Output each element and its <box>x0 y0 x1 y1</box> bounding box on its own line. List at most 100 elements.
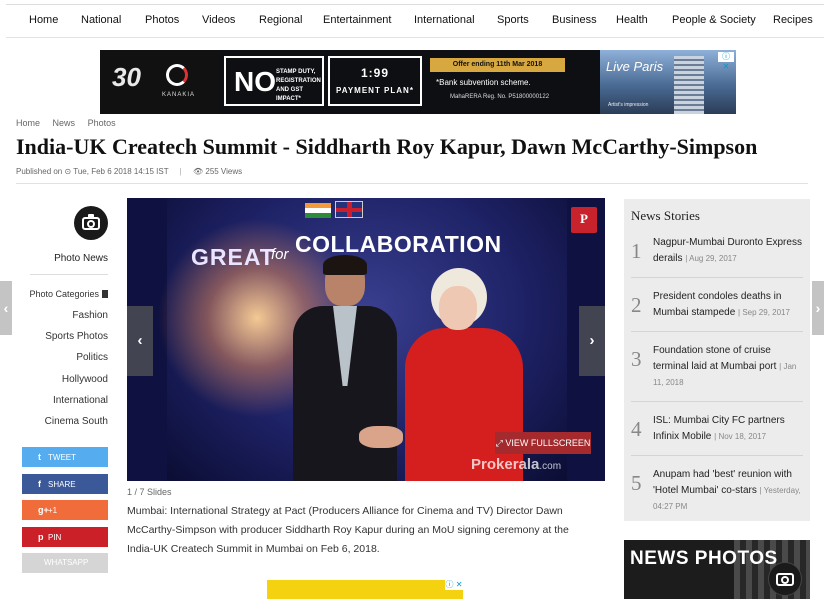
google-plus-icon: g+ <box>38 505 49 515</box>
book-icon <box>102 290 108 298</box>
meta-separator: | <box>179 167 182 176</box>
news-photos-banner[interactable]: NEWS PHOTOS <box>624 540 810 599</box>
news-word: NEWS <box>630 548 689 569</box>
story-date: | Sep 29, 2017 <box>738 308 790 317</box>
breadcrumb: Home News Photos <box>16 118 126 128</box>
news-stories-panel: News Stories 1 Nagpur-Mumbai Duronto Exp… <box>624 199 810 521</box>
twitter-icon: t <box>38 452 41 462</box>
published-date: Published on ⊙ Tue, Feb 6 2018 14:15 IST <box>16 167 169 176</box>
ad-close-icon[interactable]: ⓘ ✕ <box>718 52 734 71</box>
india-flag <box>305 203 331 218</box>
ad-no-box: NO STAMP DUTY, REGISTRATION AND GST IMPA… <box>224 56 324 106</box>
pinterest-pin-icon[interactable] <box>571 207 597 233</box>
nav-regional[interactable]: Regional <box>259 14 302 26</box>
photo-caption: Mumbai: International Strategy at Pact (… <box>127 505 569 555</box>
pinterest-icon: p <box>38 532 44 542</box>
breadcrumb-home[interactable]: Home <box>16 118 40 128</box>
google-plus-button[interactable]: g++1 <box>22 500 108 520</box>
nav-sports[interactable]: Sports <box>497 14 529 26</box>
edge-prev-arrow[interactable]: ‹ <box>0 281 12 335</box>
ad-no-text: NO <box>234 66 276 97</box>
story-divider <box>631 455 803 456</box>
nav-recipes[interactable]: Recipes <box>773 14 813 26</box>
uk-flag <box>335 201 363 218</box>
ad-plan-label: PAYMENT PLAN* <box>336 86 414 95</box>
facebook-share-button[interactable]: f SHARE <box>22 474 108 494</box>
news-stories-title: News Stories <box>631 208 700 223</box>
category-hollywood[interactable]: Hollywood <box>26 374 108 385</box>
photo-handshake <box>359 426 403 448</box>
ad-brand-logo: 30 KANAKIA <box>100 50 220 114</box>
category-sports-photos[interactable]: Sports Photos <box>26 331 108 342</box>
story-number: 3 <box>631 347 642 371</box>
story-number: 4 <box>631 417 642 441</box>
view-count: 👁 255 Views <box>192 167 243 176</box>
tweet-label: TWEET <box>48 453 76 462</box>
breadcrumb-news[interactable]: News <box>53 118 76 128</box>
watermark-suffix: .com <box>539 461 562 472</box>
nav-international[interactable]: International <box>414 14 475 26</box>
edge-next-arrow[interactable]: › <box>812 281 824 335</box>
photo-next-button[interactable]: › <box>579 306 605 376</box>
category-international[interactable]: International <box>26 395 108 406</box>
nav-videos[interactable]: Videos <box>202 14 235 26</box>
sidebar-divider <box>30 274 108 275</box>
story-divider <box>631 277 803 278</box>
category-cinema-south[interactable]: Cinema South <box>26 416 108 427</box>
photo-news-heading[interactable]: Photo News <box>30 253 108 264</box>
nav-people-society[interactable]: People & Society <box>672 14 756 26</box>
news-photos-heading: NEWS PHOTOS <box>630 548 778 570</box>
ad-no-detail: STAMP DUTY, REGISTRATION AND GST IMPACT* <box>276 69 321 102</box>
story-title[interactable]: Foundation stone of cruise terminal laid… <box>653 345 776 372</box>
facebook-icon: f <box>38 479 41 489</box>
story-divider <box>631 331 803 332</box>
bottom-advertisement[interactable] <box>267 580 463 599</box>
ad-tower-graphic <box>674 56 704 114</box>
article-meta: Published on ⊙ Tue, Feb 6 2018 14:15 IST… <box>16 167 242 176</box>
camera-icon <box>74 206 108 240</box>
story-date: | Nov 18, 2017 <box>714 432 767 441</box>
ad-building-image: Live Paris Artist's impression <box>600 50 736 114</box>
photo-categories-heading: Photo Categories <box>26 289 108 299</box>
ad-brand-name: KANAKIA <box>162 92 196 98</box>
photo-categories-label: Photo Categories <box>29 289 99 299</box>
gallery-photo[interactable]: GREAT for COLLABORATION Prokerala.com ‹ … <box>127 198 605 481</box>
story-number: 5 <box>631 471 642 495</box>
pin-button[interactable]: p PIN <box>22 527 108 547</box>
page-title: India-UK Createch Summit - Siddharth Roy… <box>16 134 758 159</box>
nav-national[interactable]: National <box>81 14 121 26</box>
share-label: SHARE <box>48 480 76 489</box>
category-fashion[interactable]: Fashion <box>26 310 108 321</box>
bottom-ad-close-icon[interactable]: ⓘ ✕ <box>445 580 463 590</box>
watermark-name: Prokerala <box>471 456 540 473</box>
photo-prev-button[interactable]: ‹ <box>127 306 153 376</box>
story-number: 2 <box>631 293 642 317</box>
nav-entertainment[interactable]: Entertainment <box>323 14 391 26</box>
plus-one-label: +1 <box>48 506 58 515</box>
ad-ratio: 1:99 <box>360 66 390 80</box>
nav-home[interactable]: Home <box>29 14 58 26</box>
tweet-button[interactable]: t TWEET <box>22 447 108 467</box>
breadcrumb-photos[interactable]: Photos <box>88 118 116 128</box>
category-politics[interactable]: Politics <box>26 352 108 363</box>
camera-icon <box>768 562 802 596</box>
whatsapp-button[interactable]: WHATSAPP <box>22 553 108 573</box>
nav-health[interactable]: Health <box>616 14 648 26</box>
view-fullscreen-button[interactable]: ⤢ VIEW FULLSCREEN <box>495 432 591 454</box>
story-number: 1 <box>631 239 642 263</box>
story-date: | Aug 29, 2017 <box>685 254 737 263</box>
kanakia-logo-icon <box>166 64 188 86</box>
nav-business[interactable]: Business <box>552 14 597 26</box>
photo-watermark: Prokerala.com <box>471 456 561 473</box>
ad-bank: *Bank subvention scheme. <box>436 78 531 87</box>
top-navigation: Home National Photos Videos Regional Ent… <box>6 4 824 38</box>
story-divider <box>631 401 803 402</box>
slide-counter: 1 / 7 Slides <box>127 487 172 497</box>
whatsapp-label: WHATSAPP <box>44 558 89 567</box>
backdrop-for-text: for <box>271 246 289 263</box>
ad-impression: Artist's impression <box>608 102 649 108</box>
advertisement-banner[interactable]: 30 KANAKIA NO STAMP DUTY, REGISTRATION A… <box>100 50 736 114</box>
backdrop-collaboration-text: COLLABORATION <box>295 231 502 257</box>
nav-photos[interactable]: Photos <box>145 14 179 26</box>
ad-years: 30 <box>112 62 141 92</box>
